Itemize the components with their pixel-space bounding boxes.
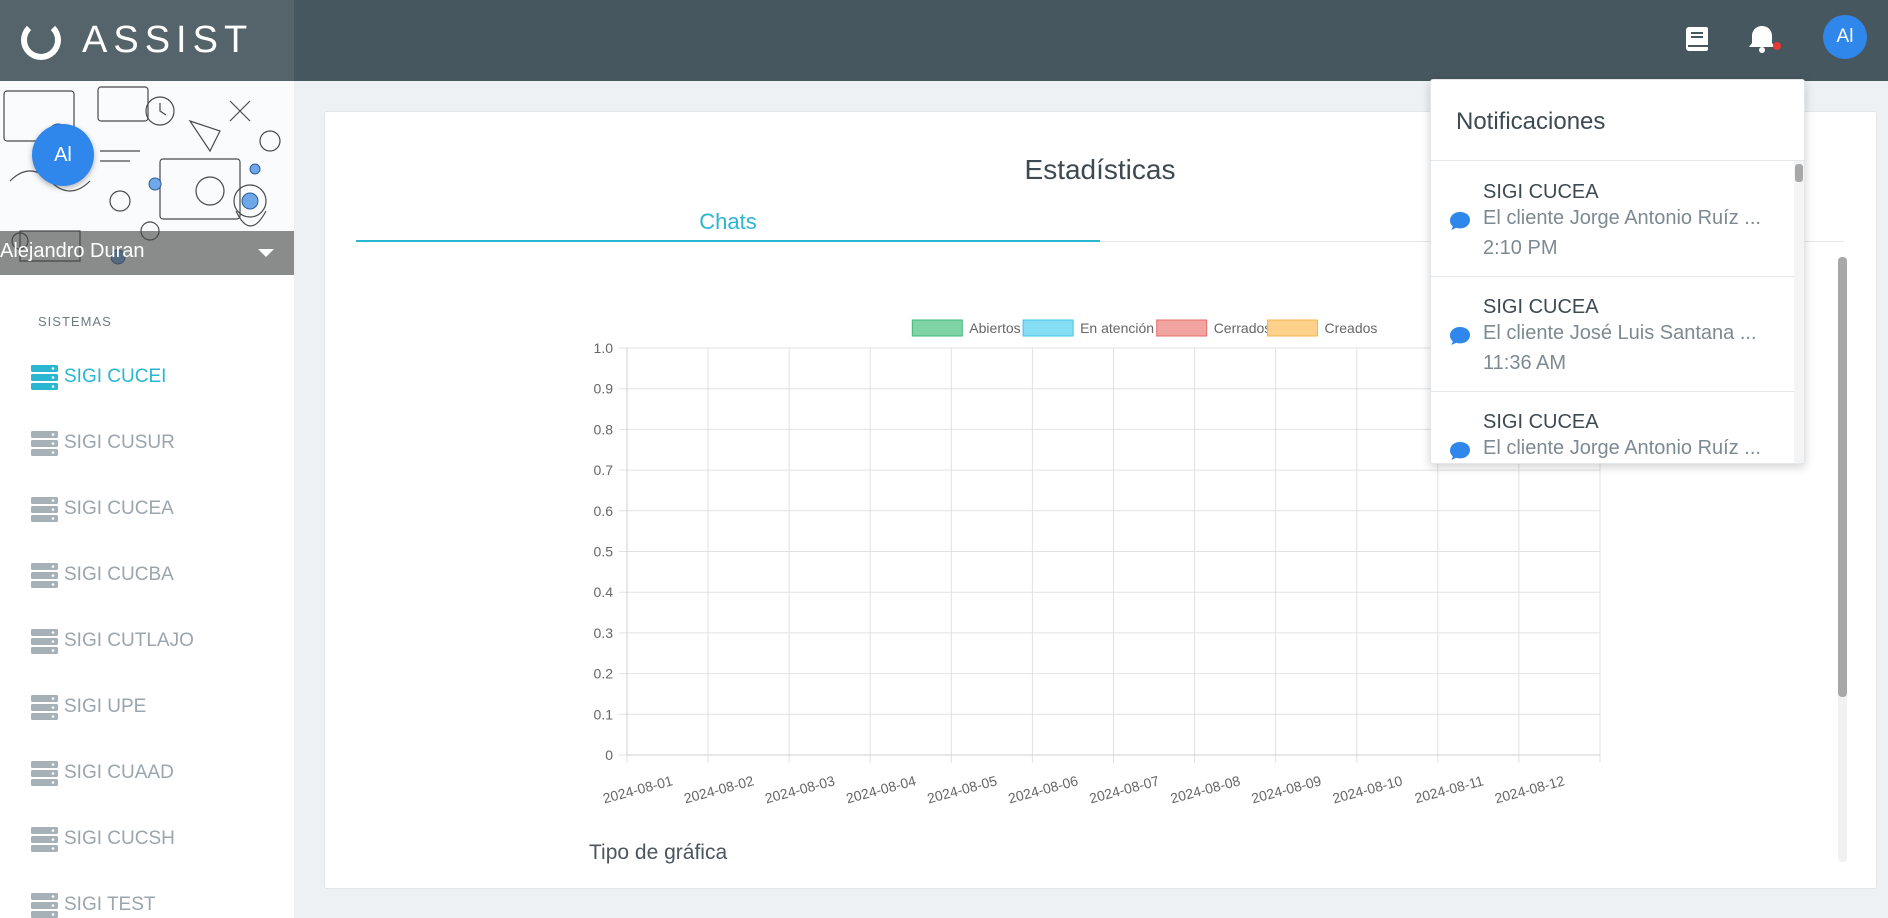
card-scrollbar-thumb[interactable] (1838, 257, 1847, 697)
server-icon (31, 364, 58, 390)
x-tick-label: 2024-08-11 (1413, 772, 1486, 806)
notification-item[interactable]: SIGI CUCEA El cliente Jorge Antonio Ruíz … (1431, 391, 1794, 463)
notification-item[interactable]: SIGI CUCEA El cliente Jorge Antonio Ruíz … (1431, 161, 1794, 277)
notification-title: SIGI CUCEA (1483, 411, 1599, 433)
x-tick-label: 2024-08-08 (1169, 772, 1243, 806)
profile-name-bar[interactable]: Alejandro Duran (0, 231, 294, 275)
chart-type-label: Tipo de gráfica (589, 841, 728, 864)
x-tick-label: 2024-08-05 (925, 772, 999, 806)
x-tick-label: 2024-08-02 (682, 772, 756, 806)
bell-icon[interactable] (1744, 21, 1781, 57)
sidebar-item-label: SIGI CUCSH (64, 828, 175, 849)
sidebar-item-label: SIGI TEST (64, 894, 156, 915)
server-icon (31, 430, 58, 456)
notification-time: 11:36 AM (1483, 352, 1567, 374)
logo-ring-icon (21, 20, 61, 60)
notification-time: 2:10 PM (1483, 237, 1558, 259)
server-icon (31, 826, 58, 852)
x-tick-label: 2024-08-09 (1250, 772, 1324, 806)
sidebar-item-sigi-cuaad[interactable]: SIGI CUAAD (31, 753, 281, 793)
book-icon[interactable] (1680, 21, 1716, 57)
y-tick-label: 0.6 (594, 503, 614, 519)
sidebar: Al Alejandro Duran SISTEMAS SIGI CUCEI SI… (0, 81, 294, 918)
legend-label: Cerrados (1214, 320, 1272, 336)
chat-bubble-icon (1450, 212, 1470, 230)
y-tick-label: 0.2 (594, 666, 614, 682)
x-tick-label: 2024-08-04 (844, 772, 918, 806)
y-tick-label: 0.9 (594, 381, 614, 397)
notification-item[interactable]: SIGI CUCEA El cliente José Luis Santana .… (1431, 276, 1794, 392)
sidebar-item-label: SIGI CUSUR (64, 432, 175, 453)
notification-title: SIGI CUCEA (1483, 181, 1599, 203)
sidebar-item-sigi-cucba[interactable]: SIGI CUCBA (31, 555, 281, 595)
server-icon (31, 892, 58, 918)
server-icon (31, 760, 58, 786)
sidebar-item-sigi-test[interactable]: SIGI TEST (31, 885, 281, 918)
y-tick-label: 0.1 (594, 706, 614, 722)
y-tick-label: 0.5 (594, 544, 614, 560)
notification-title: SIGI CUCEA (1483, 296, 1599, 318)
notifications-dropdown: Notificaciones SIGI CUCEA El cliente Jorg… (1430, 79, 1805, 464)
legend-swatch (1267, 319, 1318, 337)
sidebar-item-label: SIGI CUCEA (64, 498, 174, 519)
user-avatar[interactable]: Al (1823, 15, 1867, 59)
y-tick-label: 1.0 (594, 340, 614, 356)
sidebar-item-label: SIGI CUTLAJO (64, 630, 194, 651)
section-label-sistemas: SISTEMAS (38, 314, 112, 329)
server-icon (31, 694, 58, 720)
server-icon (31, 496, 58, 522)
x-tick-label: 2024-08-06 (1006, 772, 1080, 806)
notifications-title: Notificaciones (1456, 108, 1606, 135)
x-tick-label: 2024-08-01 (601, 772, 675, 806)
legend-label: Creados (1325, 320, 1378, 336)
chat-bubble-icon (1450, 327, 1470, 345)
sidebar-item-sigi-cucei[interactable]: SIGI CUCEI (31, 357, 281, 397)
legend-label: Abiertos (969, 320, 1020, 336)
y-tick-label: 0.8 (594, 421, 614, 437)
notifications-list: SIGI CUCEA El cliente Jorge Antonio Ruíz … (1431, 161, 1794, 463)
y-tick-label: 0.4 (594, 584, 614, 600)
sidebar-item-label: SIGI CUCBA (64, 564, 174, 585)
x-tick-label: 2024-08-10 (1331, 772, 1405, 806)
brand-logo[interactable]: ASSIST (0, 0, 294, 81)
profile-banner: Al Alejandro Duran (0, 81, 294, 275)
legend-label: En atención (1080, 320, 1154, 336)
sidebar-item-sigi-cusur[interactable]: SIGI CUSUR (31, 423, 281, 463)
legend-swatch (911, 319, 963, 337)
y-tick-label: 0.3 (594, 625, 614, 641)
legend-swatch (1022, 319, 1074, 337)
sidebar-item-label: SIGI UPE (64, 696, 147, 717)
x-tick-label: 2024-08-03 (763, 772, 837, 806)
notification-message: El cliente Jorge Antonio Ruíz ... (1483, 207, 1761, 229)
sidebar-item-sigi-upe[interactable]: SIGI UPE (31, 687, 281, 727)
caret-down-icon[interactable] (258, 249, 274, 257)
server-icon (31, 628, 58, 654)
profile-name: Alejandro Duran (0, 240, 145, 262)
sidebar-item-label: SIGI CUCEI (64, 366, 167, 387)
chat-bubble-icon (1450, 442, 1470, 460)
notifications-scrollbar-track[interactable] (1794, 161, 1804, 463)
sidebar-item-sigi-cucsh[interactable]: SIGI CUCSH (31, 819, 281, 859)
top-bar: ASSIST Al (0, 0, 1888, 81)
notification-message: El cliente Jorge Antonio Ruíz ... (1483, 437, 1761, 459)
notification-dot (1773, 42, 1781, 50)
y-tick-label: 0.7 (594, 462, 614, 478)
x-tick-label: 2024-08-12 (1493, 772, 1567, 806)
legend-swatch (1156, 319, 1208, 337)
sidebar-item-sigi-cucea[interactable]: SIGI CUCEA (31, 489, 281, 529)
server-icon (31, 562, 58, 588)
notification-message: El cliente José Luis Santana ... (1483, 322, 1757, 344)
sidebar-item-sigi-cutlajo[interactable]: SIGI CUTLAJO (31, 621, 281, 661)
sidebar-item-label: SIGI CUAAD (64, 762, 174, 783)
brand-name: ASSIST (82, 19, 254, 61)
profile-avatar[interactable]: Al (32, 124, 94, 186)
y-tick-label: 0 (605, 747, 613, 763)
x-tick-label: 2024-08-07 (1087, 772, 1161, 806)
notifications-scrollbar-thumb[interactable] (1795, 164, 1803, 182)
